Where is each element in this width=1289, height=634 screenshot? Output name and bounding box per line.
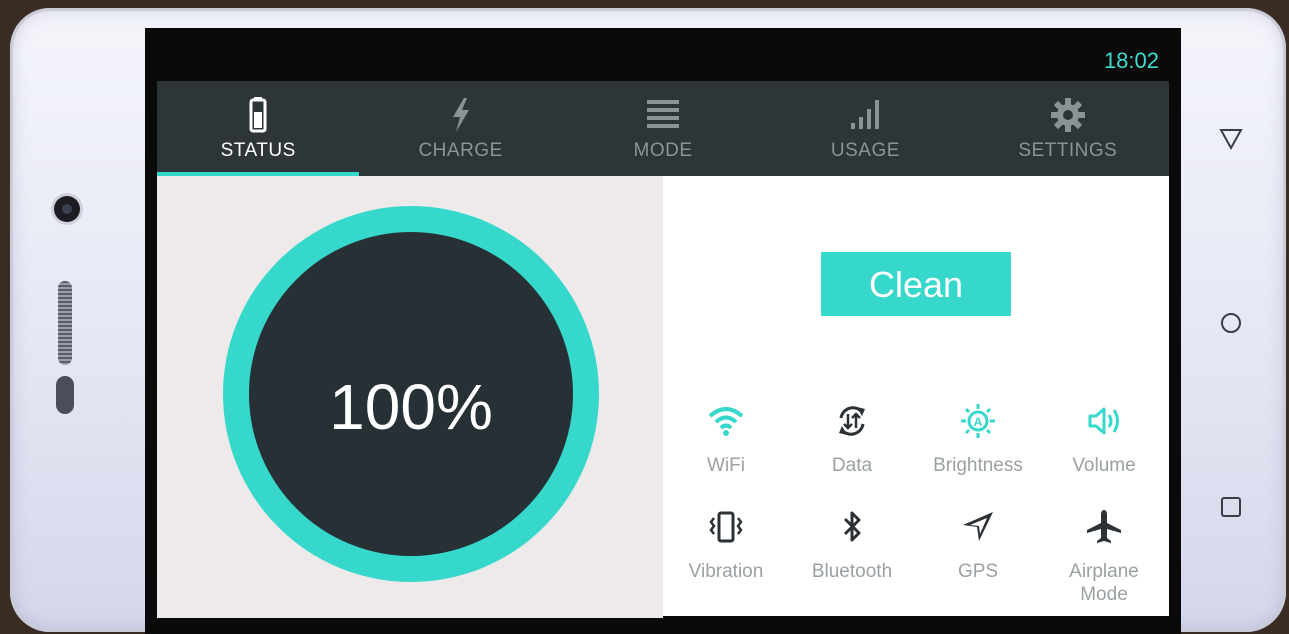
- tab-mode[interactable]: MODE: [562, 81, 764, 176]
- bolt-icon: [452, 98, 469, 132]
- brightness-auto-icon: A: [961, 404, 995, 438]
- toggle-label: Volume: [1072, 455, 1136, 476]
- phone-left-bezel: [10, 8, 135, 632]
- front-camera: [54, 196, 80, 222]
- clean-button[interactable]: Clean: [821, 252, 1011, 316]
- quick-toggles-panel: Clean WiFi Data A Brightness Volume Vibr…: [663, 176, 1169, 616]
- proximity-sensor: [56, 376, 74, 414]
- toggle-label: WiFi: [707, 455, 745, 476]
- tab-bar: STATUS CHARGE MODE USAGE SETTINGS: [157, 81, 1169, 178]
- wifi-icon: [708, 407, 744, 436]
- navigation-bar: [1176, 8, 1286, 632]
- toggle-data[interactable]: Data: [789, 402, 915, 477]
- tab-status[interactable]: STATUS: [157, 81, 360, 178]
- toggle-volume[interactable]: Volume: [1041, 402, 1167, 477]
- toggle-label: Vibration: [688, 561, 764, 582]
- toggle-vibration[interactable]: Vibration: [663, 508, 789, 583]
- toggle-brightness[interactable]: A Brightness: [915, 402, 1041, 477]
- screen: 18:02 STATUS CHARGE MODE USAGE SETTINGS …: [145, 28, 1181, 634]
- battery-percentage: 100%: [329, 371, 493, 443]
- toggle-wifi[interactable]: WiFi: [663, 402, 789, 477]
- toggle-label: Brightness: [933, 455, 1023, 476]
- toggle-label: Airplane Mode: [1069, 561, 1139, 605]
- toggle-airplane-mode[interactable]: Airplane Mode: [1041, 508, 1167, 606]
- tab-usage[interactable]: USAGE: [764, 81, 966, 176]
- earpiece-speaker: [58, 281, 72, 365]
- airplane-icon: [1087, 510, 1121, 543]
- battery-dial: 100%: [249, 232, 573, 556]
- bluetooth-icon: [843, 511, 861, 542]
- battery-ring: 100%: [223, 206, 599, 582]
- home-icon[interactable]: [1219, 311, 1243, 335]
- gear-icon: [1050, 98, 1085, 132]
- phone-frame: 18:02 STATUS CHARGE MODE USAGE SETTINGS …: [10, 8, 1286, 634]
- back-icon[interactable]: [1219, 128, 1243, 150]
- toggle-label: GPS: [957, 561, 999, 582]
- vibration-icon: [709, 511, 743, 543]
- tab-label: STATUS: [220, 140, 296, 161]
- tab-label: USAGE: [830, 140, 900, 161]
- svg-text:A: A: [974, 415, 983, 429]
- tab-settings[interactable]: SETTINGS: [967, 81, 1169, 176]
- status-bar: 18:02: [145, 28, 1181, 80]
- list-icon: [647, 100, 680, 128]
- tab-label: MODE: [633, 140, 693, 161]
- bar-signal-icon: [851, 100, 880, 129]
- gps-icon: [963, 512, 993, 541]
- toggle-gps[interactable]: GPS: [915, 508, 1041, 583]
- status-time: 18:02: [1103, 48, 1159, 73]
- toggle-label: Bluetooth: [811, 561, 893, 582]
- recents-icon[interactable]: [1219, 495, 1243, 519]
- tab-charge[interactable]: CHARGE: [359, 81, 561, 176]
- battery-icon: [249, 97, 267, 133]
- volume-icon: [1088, 407, 1119, 435]
- toggle-label: Data: [831, 455, 873, 476]
- battery-status-panel: 100%: [157, 176, 663, 618]
- toggle-bluetooth[interactable]: Bluetooth: [789, 508, 915, 583]
- tab-label: SETTINGS: [1018, 140, 1118, 161]
- tab-label: CHARGE: [418, 140, 503, 161]
- data-sync-icon: [839, 406, 865, 436]
